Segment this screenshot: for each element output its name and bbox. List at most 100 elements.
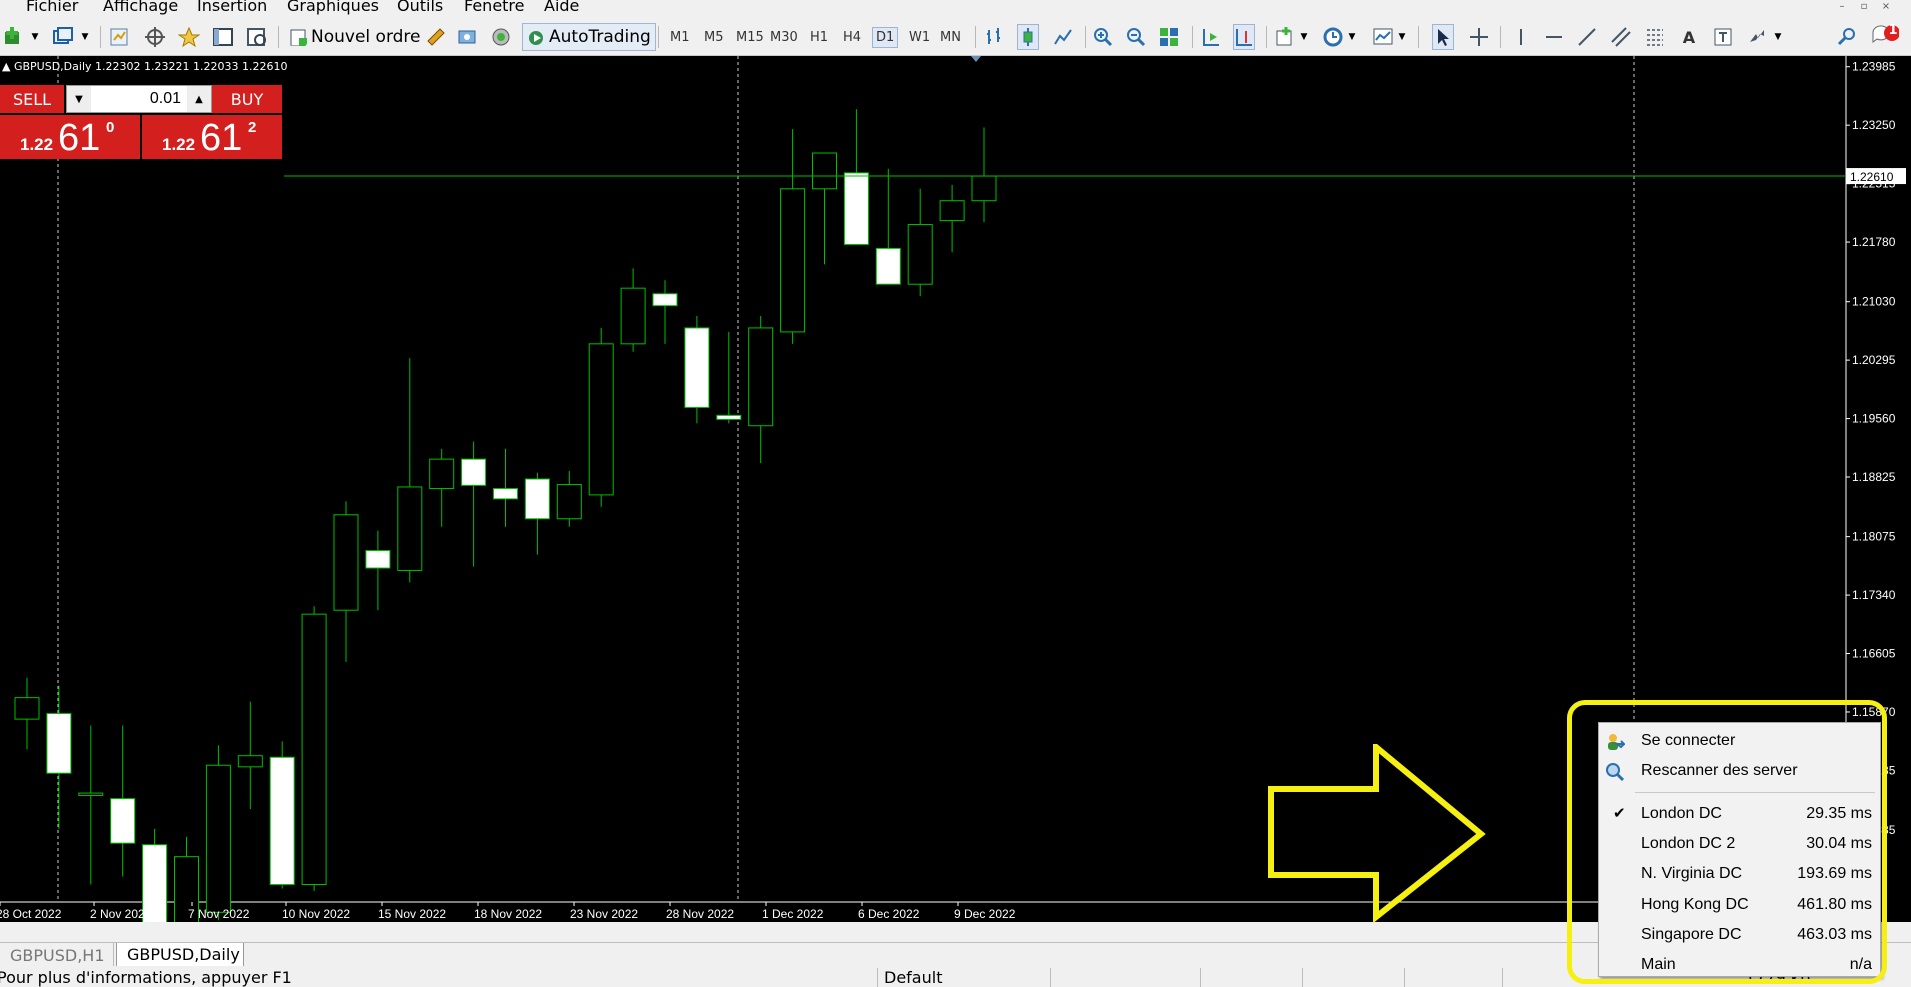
- timeframe-m15[interactable]: M15: [736, 30, 764, 45]
- status-profile[interactable]: Default: [884, 968, 942, 987]
- bar-chart-icon[interactable]: [984, 24, 1006, 50]
- server-menu-item[interactable]: N. Virginia DC 193.69 ms: [1599, 861, 1882, 887]
- new-chart-dropdown-icon[interactable]: ▼: [28, 24, 42, 50]
- timeframe-d1[interactable]: D1: [872, 27, 899, 48]
- timeframe-m1[interactable]: M1: [670, 30, 690, 45]
- menu-fenetre[interactable]: Fenetre: [464, 0, 525, 15]
- sell-button[interactable]: SELL: [0, 85, 64, 113]
- strategy-tester-icon[interactable]: [246, 24, 268, 50]
- price-tick-label: 1.15870: [1852, 705, 1896, 719]
- metaeditor-icon[interactable]: [425, 24, 447, 50]
- chart-shift-icon[interactable]: [1233, 24, 1255, 50]
- server-menu-item[interactable]: London DC 2 30.04 ms: [1599, 831, 1882, 857]
- vertical-line-icon[interactable]: [1510, 24, 1532, 50]
- menu-fichier[interactable]: Fichier: [26, 0, 78, 15]
- profiles-icon[interactable]: [52, 24, 74, 50]
- menu-item-connect[interactable]: Se connecter: [1599, 728, 1882, 754]
- timeframe-h4[interactable]: H4: [843, 30, 861, 45]
- menu-aide[interactable]: Aide: [544, 0, 579, 15]
- menu-separator: [1635, 792, 1875, 793]
- zoom-out-icon[interactable]: [1125, 24, 1147, 50]
- templates-icon[interactable]: [1372, 24, 1394, 50]
- search-icon[interactable]: [1836, 24, 1858, 50]
- arrows-icon[interactable]: [1746, 24, 1768, 50]
- timeframe-m5[interactable]: M5: [704, 30, 724, 45]
- timeframe-mn[interactable]: MN: [940, 30, 961, 45]
- periods-icon[interactable]: [1322, 24, 1344, 50]
- lot-increase-icon[interactable]: ▲: [187, 86, 211, 112]
- data-window-icon[interactable]: [144, 24, 166, 50]
- horizontal-line-icon[interactable]: [1543, 24, 1565, 50]
- lot-decrease-icon[interactable]: ▼: [67, 86, 91, 112]
- indicators-icon[interactable]: [1274, 24, 1296, 50]
- crosshair-icon[interactable]: [1468, 24, 1490, 50]
- trendline-icon[interactable]: [1576, 24, 1598, 50]
- equidistant-channel-icon[interactable]: [1610, 24, 1632, 50]
- arrows-dropdown-icon[interactable]: ▼: [1772, 24, 1784, 50]
- chart-shift-marker: [971, 56, 981, 62]
- candle-bearish: [524, 478, 550, 520]
- text-label-icon[interactable]: [1712, 24, 1734, 50]
- lot-size-input[interactable]: [93, 88, 185, 110]
- restore-button[interactable]: ▫: [1853, 1, 1875, 12]
- buy-button[interactable]: BUY: [212, 85, 282, 113]
- tile-windows-icon[interactable]: [1158, 24, 1180, 50]
- candle-bearish: [875, 247, 901, 285]
- bid-price-button[interactable]: 1.22 61 0: [0, 115, 140, 159]
- navigator-icon[interactable]: [178, 24, 200, 50]
- candle-bearish: [461, 458, 487, 486]
- periods-dropdown-icon[interactable]: ▼: [1346, 24, 1358, 50]
- templates-dropdown-icon[interactable]: ▼: [1396, 24, 1408, 50]
- server-menu-item[interactable]: Singapore DC 463.03 ms: [1599, 922, 1882, 948]
- time-tick-label: 18 Nov 2022: [474, 907, 542, 921]
- ask-price-button[interactable]: 1.22 61 2: [142, 115, 282, 159]
- candle-bullish: [397, 486, 423, 571]
- close-button[interactable]: ×: [1875, 1, 1897, 12]
- candle-bearish: [493, 488, 518, 500]
- line-chart-icon[interactable]: [1052, 24, 1074, 50]
- server-name: Main: [1641, 956, 1676, 973]
- candle-bullish: [556, 484, 582, 520]
- price-tick-label: 1.19560: [1852, 412, 1896, 426]
- timeframe-m30[interactable]: M30: [770, 30, 798, 45]
- market-watch-icon[interactable]: [108, 24, 130, 50]
- chat-alert-icon[interactable]: 1: [1870, 23, 1900, 50]
- mql-market-icon[interactable]: [456, 24, 478, 50]
- new-chart-icon[interactable]: [2, 24, 24, 50]
- minimize-button[interactable]: –: [1831, 1, 1853, 12]
- terminal-icon[interactable]: [212, 24, 234, 50]
- server-ping: 29.35 ms: [1806, 805, 1872, 822]
- candle-bullish: [14, 697, 40, 720]
- menu-item-rescan-servers[interactable]: Rescanner des server: [1599, 758, 1882, 784]
- text-tool-icon[interactable]: A: [1678, 24, 1700, 50]
- new-order-button[interactable]: Nouvel ordre: [284, 23, 426, 51]
- auto-scroll-icon[interactable]: [1200, 24, 1222, 50]
- zoom-in-icon[interactable]: [1092, 24, 1114, 50]
- indicators-dropdown-icon[interactable]: ▼: [1298, 24, 1310, 50]
- tab-gbpusd-h1[interactable]: GBPUSD,H1: [0, 943, 114, 967]
- menu-outils[interactable]: Outils: [397, 0, 443, 15]
- cursor-icon[interactable]: [1432, 24, 1454, 50]
- menu-insertion[interactable]: Insertion: [197, 0, 267, 15]
- timeframe-h1[interactable]: H1: [810, 30, 828, 45]
- server-menu-item[interactable]: Main n/a: [1599, 952, 1882, 978]
- fibonacci-icon[interactable]: [1644, 24, 1666, 50]
- menu-affichage[interactable]: Affichage: [103, 0, 178, 15]
- signals-icon[interactable]: [490, 24, 512, 50]
- profiles-dropdown-icon[interactable]: ▼: [78, 24, 92, 50]
- timeframe-w1[interactable]: W1: [909, 30, 930, 45]
- menu-graphiques[interactable]: Graphiques: [287, 0, 379, 15]
- price-tick-label: 1.23985: [1852, 60, 1896, 74]
- server-menu-item[interactable]: Hong Kong DC 461.80 ms: [1599, 892, 1882, 918]
- collapse-triangle-icon[interactable]: ▲: [2, 60, 10, 73]
- server-menu-item[interactable]: ✔ London DC 29.35 ms: [1599, 801, 1882, 827]
- price-tick-label: 1.21030: [1852, 295, 1896, 309]
- price-chart[interactable]: 1.239851.232501.225151.217801.210301.202…: [0, 56, 1911, 922]
- autotrading-button[interactable]: AutoTrading: [522, 23, 656, 51]
- candlestick-chart-icon[interactable]: [1017, 24, 1039, 50]
- ask-price-pips: 61: [200, 117, 243, 159]
- time-tick-label: 1 Dec 2022: [762, 907, 824, 921]
- candle-bearish: [716, 414, 742, 420]
- bid-price-point: 0: [106, 119, 115, 136]
- tab-gbpusd-daily[interactable]: GBPUSD,Daily: [116, 943, 244, 967]
